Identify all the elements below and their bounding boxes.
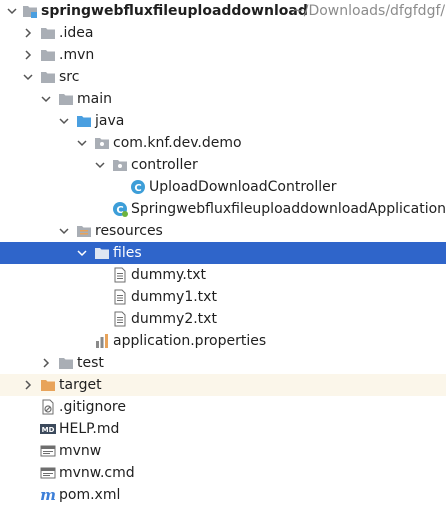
folder-label-test: test xyxy=(77,355,104,371)
tree-row-project-root[interactable]: springwebfluxfileuploaddownload ~/Downlo… xyxy=(0,0,446,22)
tree-row-properties[interactable]: application.properties xyxy=(0,330,446,352)
folder-label-src: src xyxy=(59,69,80,85)
class-label-controller: UploadDownloadController xyxy=(149,179,337,195)
gitignore-file-icon xyxy=(40,399,56,415)
project-tree: springwebfluxfileuploaddownload ~/Downlo… xyxy=(0,0,446,508)
folder-label-resources: resources xyxy=(95,223,163,239)
tree-row-gitignore[interactable]: .gitignore xyxy=(0,396,446,418)
file-label-pom: pom.xml xyxy=(59,487,121,503)
tree-row-app-class[interactable]: C SpringwebfluxfileuploaddownloadApplica… xyxy=(0,198,446,220)
tree-row-pom[interactable]: m pom.xml xyxy=(0,484,446,506)
java-class-icon: C xyxy=(130,179,146,195)
resources-folder-icon xyxy=(76,223,92,239)
script-file-icon xyxy=(40,443,56,459)
folder-icon xyxy=(40,25,56,41)
package-label: com.knf.dev.demo xyxy=(113,135,242,151)
tree-row-mvnw[interactable]: mvnw xyxy=(0,440,446,462)
tree-row-mvn[interactable]: .mvn xyxy=(0,44,446,66)
chevron-down-icon[interactable] xyxy=(57,220,71,242)
tree-row-java[interactable]: java xyxy=(0,110,446,132)
file-label-mvnw-cmd: mvnw.cmd xyxy=(59,465,135,481)
tree-row-help[interactable]: MD HELP.md xyxy=(0,418,446,440)
folder-icon xyxy=(40,69,56,85)
tree-row-package[interactable]: com.knf.dev.demo xyxy=(0,132,446,154)
folder-label-java: java xyxy=(95,113,125,129)
tree-row-resources[interactable]: resources xyxy=(0,220,446,242)
project-name: springwebfluxfileuploaddownload xyxy=(41,3,308,19)
chevron-down-icon[interactable] xyxy=(39,88,53,110)
chevron-down-icon[interactable] xyxy=(5,0,19,22)
file-label-dummy1: dummy1.txt xyxy=(131,289,217,305)
file-label-properties: application.properties xyxy=(113,333,267,349)
folder-label-main: main xyxy=(77,91,112,107)
tree-row-files[interactable]: files xyxy=(0,242,446,264)
class-label-application: SpringwebfluxfileuploaddownloadApplicati… xyxy=(131,201,446,217)
file-label-help: HELP.md xyxy=(59,421,120,437)
text-file-icon xyxy=(112,267,128,283)
folder-label-mvn: .mvn xyxy=(59,47,95,63)
excluded-folder-icon xyxy=(40,377,56,393)
chevron-down-icon[interactable] xyxy=(75,132,89,154)
chevron-down-icon[interactable] xyxy=(75,242,89,264)
chevron-down-icon[interactable] xyxy=(21,66,35,88)
tree-row-file-dummy1[interactable]: dummy1.txt xyxy=(0,286,446,308)
chevron-right-icon[interactable] xyxy=(21,44,35,66)
folder-label-target: target xyxy=(59,377,102,393)
svg-text:MD: MD xyxy=(42,426,55,434)
tree-row-main[interactable]: main xyxy=(0,88,446,110)
tree-row-file-dummy[interactable]: dummy.txt xyxy=(0,264,446,286)
folder-label-idea: .idea xyxy=(59,25,94,41)
folder-icon xyxy=(58,355,74,371)
folder-label-files: files xyxy=(113,245,142,261)
file-label-dummy: dummy.txt xyxy=(131,267,207,283)
tree-row-controller-class[interactable]: C UploadDownloadController xyxy=(0,176,446,198)
svg-text:m: m xyxy=(40,487,56,503)
source-folder-icon xyxy=(76,113,92,129)
package-icon xyxy=(112,157,128,173)
chevron-right-icon[interactable] xyxy=(39,352,53,374)
tree-row-idea[interactable]: .idea xyxy=(0,22,446,44)
spring-boot-class-icon: C xyxy=(112,201,128,217)
project-path: ~/Downloads/dfgfdgf/ xyxy=(292,3,446,19)
chevron-down-icon[interactable] xyxy=(93,154,107,176)
package-icon xyxy=(94,135,110,151)
folder-icon xyxy=(58,91,74,107)
chevron-down-icon[interactable] xyxy=(57,110,71,132)
folder-icon xyxy=(94,245,110,261)
tree-row-test[interactable]: test xyxy=(0,352,446,374)
folder-icon xyxy=(40,47,56,63)
text-file-icon xyxy=(112,311,128,327)
file-label-dummy2: dummy2.txt xyxy=(131,311,217,327)
tree-row-controller[interactable]: controller xyxy=(0,154,446,176)
chevron-right-icon[interactable] xyxy=(21,22,35,44)
file-label-gitignore: .gitignore xyxy=(59,399,126,415)
text-file-icon xyxy=(112,289,128,305)
maven-file-icon: m xyxy=(40,487,56,503)
package-label-controller: controller xyxy=(131,157,198,173)
script-file-icon xyxy=(40,465,56,481)
chevron-right-icon[interactable] xyxy=(21,374,35,396)
svg-text:C: C xyxy=(134,183,141,194)
tree-row-mvnw-cmd[interactable]: mvnw.cmd xyxy=(0,462,446,484)
markdown-file-icon: MD xyxy=(40,421,56,437)
tree-row-src[interactable]: src xyxy=(0,66,446,88)
module-folder-icon xyxy=(22,3,38,19)
file-label-mvnw: mvnw xyxy=(59,443,102,459)
properties-file-icon xyxy=(94,333,110,349)
tree-row-target[interactable]: target xyxy=(0,374,446,396)
tree-row-file-dummy2[interactable]: dummy2.txt xyxy=(0,308,446,330)
